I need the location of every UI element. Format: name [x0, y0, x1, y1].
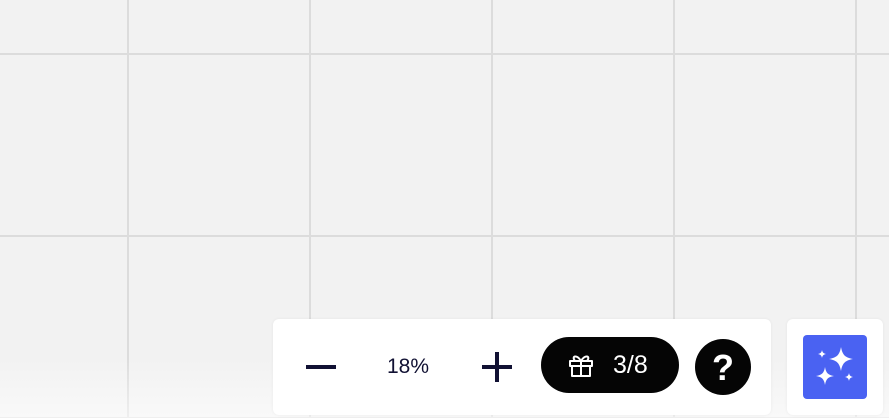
zoom-toolbar: 18% 3/8 ?	[273, 319, 771, 415]
ai-assistant-button[interactable]	[803, 335, 867, 399]
assistant-panel	[787, 319, 883, 415]
zoom-level-label[interactable]: 18%	[368, 347, 448, 387]
sparkles-icon	[816, 347, 853, 385]
question-icon: ?	[712, 347, 734, 388]
gift-progress-button[interactable]: 3/8	[541, 337, 679, 393]
help-button[interactable]: ?	[695, 339, 751, 395]
plus-icon	[482, 352, 512, 382]
zoom-out-button[interactable]	[297, 347, 345, 387]
minus-icon	[306, 365, 336, 369]
zoom-in-button[interactable]	[473, 347, 521, 387]
gift-icon	[569, 355, 593, 377]
gift-progress-count: 3/8	[613, 351, 648, 379]
